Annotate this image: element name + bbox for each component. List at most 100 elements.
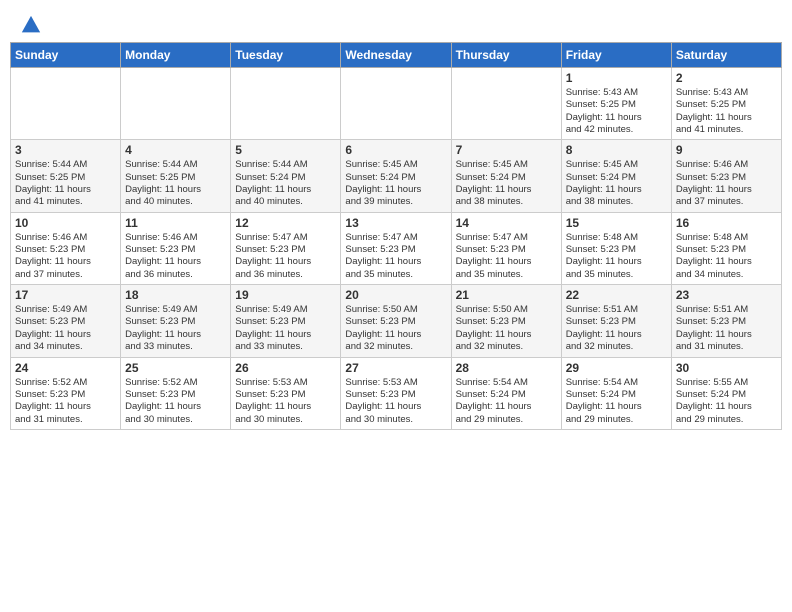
day-info: and 30 minutes. — [345, 414, 446, 426]
day-info: Sunset: 5:23 PM — [15, 316, 116, 328]
calendar-cell: 7Sunrise: 5:45 AMSunset: 5:24 PMDaylight… — [451, 140, 561, 212]
weekday-header-tuesday: Tuesday — [231, 43, 341, 68]
day-info: and 33 minutes. — [235, 341, 336, 353]
day-info: Daylight: 11 hours — [235, 401, 336, 413]
calendar-cell: 6Sunrise: 5:45 AMSunset: 5:24 PMDaylight… — [341, 140, 451, 212]
day-info: Sunset: 5:23 PM — [676, 244, 777, 256]
calendar-table: SundayMondayTuesdayWednesdayThursdayFrid… — [10, 42, 782, 430]
calendar-week-row: 10Sunrise: 5:46 AMSunset: 5:23 PMDayligh… — [11, 212, 782, 284]
day-info: Sunrise: 5:53 AM — [345, 377, 446, 389]
day-info: Daylight: 11 hours — [676, 329, 777, 341]
calendar-cell: 26Sunrise: 5:53 AMSunset: 5:23 PMDayligh… — [231, 357, 341, 429]
calendar-week-row: 17Sunrise: 5:49 AMSunset: 5:23 PMDayligh… — [11, 285, 782, 357]
calendar-cell — [341, 68, 451, 140]
calendar-week-row: 1Sunrise: 5:43 AMSunset: 5:25 PMDaylight… — [11, 68, 782, 140]
day-info: Daylight: 11 hours — [345, 256, 446, 268]
day-info: Sunrise: 5:44 AM — [15, 159, 116, 171]
day-info: Sunset: 5:24 PM — [676, 389, 777, 401]
calendar-cell: 2Sunrise: 5:43 AMSunset: 5:25 PMDaylight… — [671, 68, 781, 140]
day-info: Sunset: 5:23 PM — [235, 244, 336, 256]
day-info: Daylight: 11 hours — [235, 329, 336, 341]
page-header — [10, 10, 782, 36]
day-number: 3 — [15, 143, 116, 157]
day-info: Sunrise: 5:46 AM — [125, 232, 226, 244]
day-info: Sunrise: 5:44 AM — [125, 159, 226, 171]
day-info: and 29 minutes. — [566, 414, 667, 426]
day-info: Daylight: 11 hours — [456, 401, 557, 413]
day-info: Daylight: 11 hours — [15, 256, 116, 268]
day-info: Daylight: 11 hours — [566, 256, 667, 268]
day-number: 6 — [345, 143, 446, 157]
calendar-cell: 12Sunrise: 5:47 AMSunset: 5:23 PMDayligh… — [231, 212, 341, 284]
day-number: 25 — [125, 361, 226, 375]
calendar-cell: 27Sunrise: 5:53 AMSunset: 5:23 PMDayligh… — [341, 357, 451, 429]
day-info: Sunset: 5:23 PM — [125, 244, 226, 256]
day-info: Sunset: 5:23 PM — [676, 316, 777, 328]
logo-icon — [20, 14, 42, 36]
day-info: Sunrise: 5:44 AM — [235, 159, 336, 171]
day-number: 27 — [345, 361, 446, 375]
day-info: and 41 minutes. — [15, 196, 116, 208]
weekday-header-monday: Monday — [121, 43, 231, 68]
day-info: Sunrise: 5:48 AM — [566, 232, 667, 244]
day-info: Sunset: 5:24 PM — [456, 389, 557, 401]
calendar-cell: 30 Sunrise: 5:55 AMSunset: 5:24 PMDayligh… — [671, 357, 781, 429]
day-number: 10 — [15, 216, 116, 230]
day-info: Sunrise: 5:45 AM — [345, 159, 446, 171]
weekday-header-friday: Friday — [561, 43, 671, 68]
day-info: and 35 minutes. — [566, 269, 667, 281]
calendar-cell: 23Sunrise: 5:51 AMSunset: 5:23 PMDayligh… — [671, 285, 781, 357]
calendar-cell: 10Sunrise: 5:46 AMSunset: 5:23 PMDayligh… — [11, 212, 121, 284]
calendar-cell: 21Sunrise: 5:50 AMSunset: 5:23 PMDayligh… — [451, 285, 561, 357]
day-info: Sunset: 5:23 PM — [566, 244, 667, 256]
day-info: Sunset: 5:23 PM — [15, 389, 116, 401]
calendar-cell — [121, 68, 231, 140]
weekday-header-thursday: Thursday — [451, 43, 561, 68]
day-info: Sunrise: 5:50 AM — [345, 304, 446, 316]
day-info: Sunrise: 5:50 AM — [456, 304, 557, 316]
calendar-cell: 17Sunrise: 5:49 AMSunset: 5:23 PMDayligh… — [11, 285, 121, 357]
calendar-week-row: 3Sunrise: 5:44 AMSunset: 5:25 PMDaylight… — [11, 140, 782, 212]
calendar-cell: 9Sunrise: 5:46 AMSunset: 5:23 PMDaylight… — [671, 140, 781, 212]
calendar-cell: 22Sunrise: 5:51 AMSunset: 5:23 PMDayligh… — [561, 285, 671, 357]
day-info: and 38 minutes. — [566, 196, 667, 208]
day-info: Sunset: 5:23 PM — [456, 244, 557, 256]
day-info: and 39 minutes. — [345, 196, 446, 208]
day-info: Sunrise: 5:55 AM — [676, 377, 777, 389]
day-info: Sunrise: 5:45 AM — [456, 159, 557, 171]
day-info: and 33 minutes. — [125, 341, 226, 353]
day-number: 18 — [125, 288, 226, 302]
day-info: Sunrise: 5:54 AM — [566, 377, 667, 389]
day-info: Sunset: 5:25 PM — [676, 99, 777, 111]
day-number: 30 — [676, 361, 777, 375]
day-number: 1 — [566, 71, 667, 85]
day-info: Sunset: 5:23 PM — [125, 389, 226, 401]
day-info: Daylight: 11 hours — [125, 256, 226, 268]
day-number: 19 — [235, 288, 336, 302]
day-number: 29 — [566, 361, 667, 375]
day-info: and 35 minutes. — [456, 269, 557, 281]
day-number: 28 — [456, 361, 557, 375]
calendar-cell: 16Sunrise: 5:48 AMSunset: 5:23 PMDayligh… — [671, 212, 781, 284]
day-info: Sunrise: 5:49 AM — [125, 304, 226, 316]
day-info: Sunrise: 5:52 AM — [15, 377, 116, 389]
day-info: Sunset: 5:23 PM — [566, 316, 667, 328]
day-info: and 37 minutes. — [15, 269, 116, 281]
day-info: Daylight: 11 hours — [566, 112, 667, 124]
day-number: 20 — [345, 288, 446, 302]
day-info: and 29 minutes. — [676, 414, 777, 426]
day-info: Daylight: 11 hours — [235, 256, 336, 268]
day-info: Sunrise: 5:49 AM — [235, 304, 336, 316]
day-info: Daylight: 11 hours — [345, 184, 446, 196]
calendar-header-row: SundayMondayTuesdayWednesdayThursdayFrid… — [11, 43, 782, 68]
day-info: and 38 minutes. — [456, 196, 557, 208]
calendar-cell — [451, 68, 561, 140]
day-info: Daylight: 11 hours — [676, 112, 777, 124]
day-info: Daylight: 11 hours — [15, 329, 116, 341]
day-number: 16 — [676, 216, 777, 230]
day-info: Daylight: 11 hours — [676, 256, 777, 268]
calendar-cell: 8Sunrise: 5:45 AMSunset: 5:24 PMDaylight… — [561, 140, 671, 212]
day-info: Sunrise: 5:46 AM — [15, 232, 116, 244]
day-info: Daylight: 11 hours — [676, 401, 777, 413]
day-info: Sunset: 5:23 PM — [235, 389, 336, 401]
